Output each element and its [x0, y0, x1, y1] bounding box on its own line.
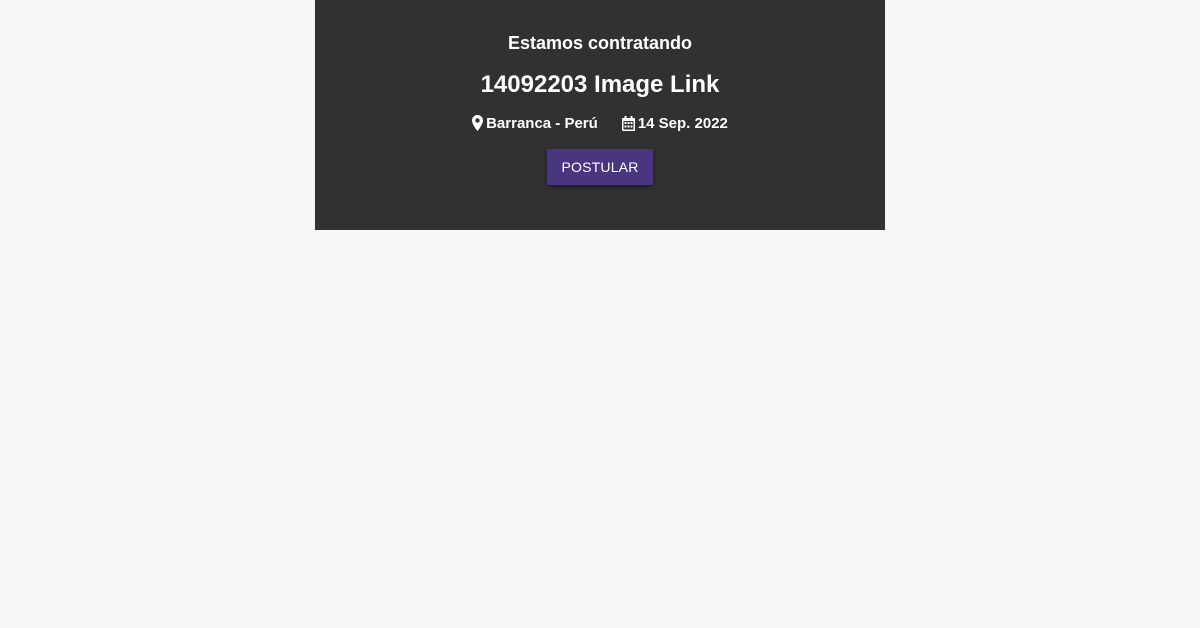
map-marker-icon: [472, 115, 484, 131]
apply-button[interactable]: POSTULAR: [547, 149, 653, 185]
job-date: 14 Sep. 2022: [621, 114, 728, 132]
hiring-label: Estamos contratando: [507, 33, 693, 53]
job-location: Barranca - Perú: [472, 115, 598, 132]
job-title: 14092203 Image Link: [480, 71, 720, 98]
job-meta: Barranca - Perú 14 Sep. 2022: [315, 113, 885, 133]
job-date-text: 14 Sep. 2022: [637, 114, 728, 132]
job-location-text: Barranca - Perú: [486, 114, 598, 132]
job-header-card: Estamos contratando 14092203 Image Link …: [315, 0, 885, 230]
calendar-icon: [621, 115, 635, 131]
